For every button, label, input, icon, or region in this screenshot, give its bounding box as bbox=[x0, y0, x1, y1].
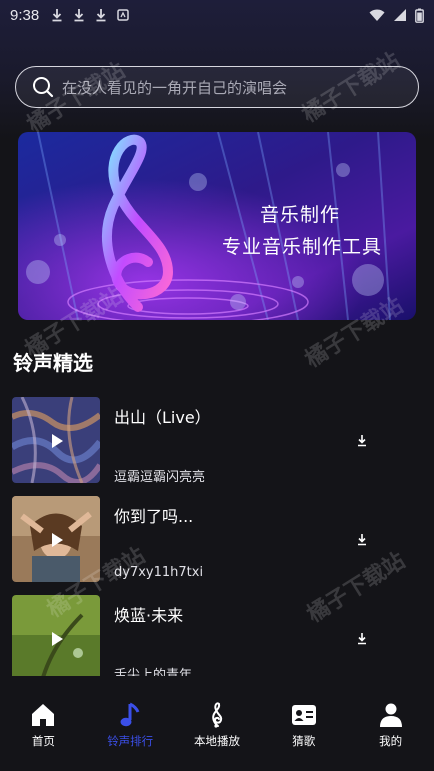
treble-clef-icon bbox=[212, 702, 223, 728]
download-icon bbox=[96, 9, 106, 22]
play-icon[interactable] bbox=[48, 432, 66, 450]
search-icon bbox=[33, 77, 54, 98]
section-title: 铃声精选 bbox=[13, 351, 93, 375]
song-artist: dy7xy11h7txi bbox=[114, 565, 204, 580]
song-title: 焕蓝·未来 bbox=[114, 606, 184, 625]
nav-item-home[interactable]: 首页 bbox=[0, 696, 86, 749]
wifi-icon bbox=[369, 9, 385, 21]
bottom-nav: 首页 铃声排行 本地播放 猜歌 我的 bbox=[0, 696, 434, 756]
status-bar: 9:38 bbox=[0, 0, 434, 30]
song-artist: 舌尖上的青年 bbox=[114, 668, 193, 676]
song-cover bbox=[12, 595, 100, 676]
song-title: 出山（Live） bbox=[114, 408, 211, 427]
play-icon[interactable] bbox=[48, 630, 66, 648]
download-icon[interactable] bbox=[356, 631, 368, 645]
list-item[interactable]: 焕蓝·未来 舌尖上的青年 bbox=[0, 594, 434, 676]
system-bottom-bar bbox=[0, 756, 434, 771]
person-icon bbox=[379, 703, 402, 727]
banner-title: 音乐制作 bbox=[259, 204, 340, 226]
song-list: 出山（Live） 逗霸逗霸闪亮亮 你到了吗... dy7xy11h7txi 焕蓝… bbox=[0, 396, 434, 676]
notification-icon bbox=[117, 9, 129, 21]
nav-label: 首页 bbox=[31, 734, 55, 748]
song-cover bbox=[12, 397, 100, 483]
nav-item-local-play[interactable]: 本地播放 bbox=[174, 696, 260, 749]
nav-label: 铃声排行 bbox=[107, 734, 154, 748]
list-item[interactable]: 出山（Live） 逗霸逗霸闪亮亮 bbox=[0, 396, 434, 495]
song-title: 你到了吗... bbox=[114, 507, 194, 526]
banner-subtitle: 专业音乐制作工具 bbox=[221, 236, 382, 258]
search-placeholder: 在没人看见的一角开自己的演唱会 bbox=[62, 78, 288, 97]
play-icon[interactable] bbox=[48, 531, 66, 549]
music-note-icon bbox=[120, 702, 140, 727]
nav-label: 我的 bbox=[379, 734, 403, 748]
download-icon[interactable] bbox=[356, 532, 368, 546]
signal-icon bbox=[394, 9, 406, 21]
download-icon[interactable] bbox=[356, 433, 368, 447]
song-artist: 逗霸逗霸闪亮亮 bbox=[114, 470, 206, 485]
id-card-icon bbox=[291, 705, 316, 725]
song-cover bbox=[12, 496, 100, 582]
download-icon bbox=[52, 9, 62, 22]
home-icon bbox=[32, 704, 55, 726]
nav-item-profile[interactable]: 我的 bbox=[348, 696, 434, 749]
banner-art bbox=[18, 132, 416, 320]
search-input[interactable]: 在没人看见的一角开自己的演唱会 bbox=[15, 66, 419, 108]
nav-item-guess-song[interactable]: 猜歌 bbox=[261, 696, 347, 749]
promo-banner[interactable]: 音乐制作 专业音乐制作工具 bbox=[18, 132, 416, 320]
nav-label: 猜歌 bbox=[292, 734, 316, 748]
list-item[interactable]: 你到了吗... dy7xy11h7txi bbox=[0, 495, 434, 594]
download-icon bbox=[74, 9, 84, 22]
nav-label: 本地播放 bbox=[193, 734, 240, 748]
battery-icon bbox=[415, 8, 424, 23]
nav-item-ranking[interactable]: 铃声排行 bbox=[87, 696, 173, 749]
status-time: 9:38 bbox=[10, 6, 40, 24]
